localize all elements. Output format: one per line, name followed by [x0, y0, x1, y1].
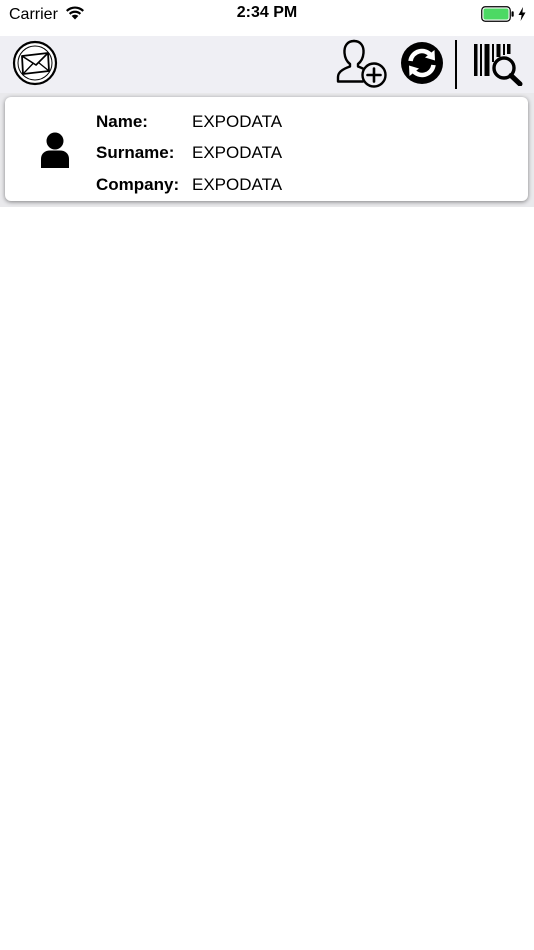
contact-list: Name: EXPODATA Surname: EXPODATA Company…: [0, 93, 534, 207]
company-row: Company: EXPODATA: [96, 169, 282, 201]
toolbar: [0, 36, 534, 93]
person-icon: [38, 131, 72, 169]
name-row: Name: EXPODATA: [96, 106, 282, 138]
name-value: EXPODATA: [192, 111, 283, 131]
battery-icon: [481, 6, 515, 27]
sync-button[interactable]: [398, 41, 446, 90]
company-label: Company:: [96, 174, 180, 194]
barcode-search-button[interactable]: [470, 41, 526, 89]
battery-group: [481, 6, 526, 27]
status-bar: Carrier 2:34 PM: [0, 0, 534, 36]
mail-globe-button[interactable]: [11, 40, 59, 91]
contact-fields: Name: EXPODATA Surname: EXPODATA Company…: [96, 106, 282, 201]
add-user-icon: [334, 37, 390, 94]
surname-row: Surname: EXPODATA: [96, 138, 282, 170]
sync-icon: [400, 41, 444, 90]
mail-globe-icon: [12, 40, 58, 91]
barcode-search-icon: [471, 40, 525, 91]
charging-bolt-icon: [518, 7, 526, 26]
name-label: Name:: [96, 111, 148, 131]
surname-label: Surname:: [96, 143, 175, 163]
clock: 2:34 PM: [236, 4, 298, 21]
company-value: EXPODATA: [192, 174, 283, 194]
add-user-button[interactable]: [334, 39, 390, 91]
toolbar-divider: [455, 40, 457, 89]
surname-value: EXPODATA: [192, 143, 283, 163]
contact-card[interactable]: Name: EXPODATA Surname: EXPODATA Company…: [5, 97, 528, 201]
